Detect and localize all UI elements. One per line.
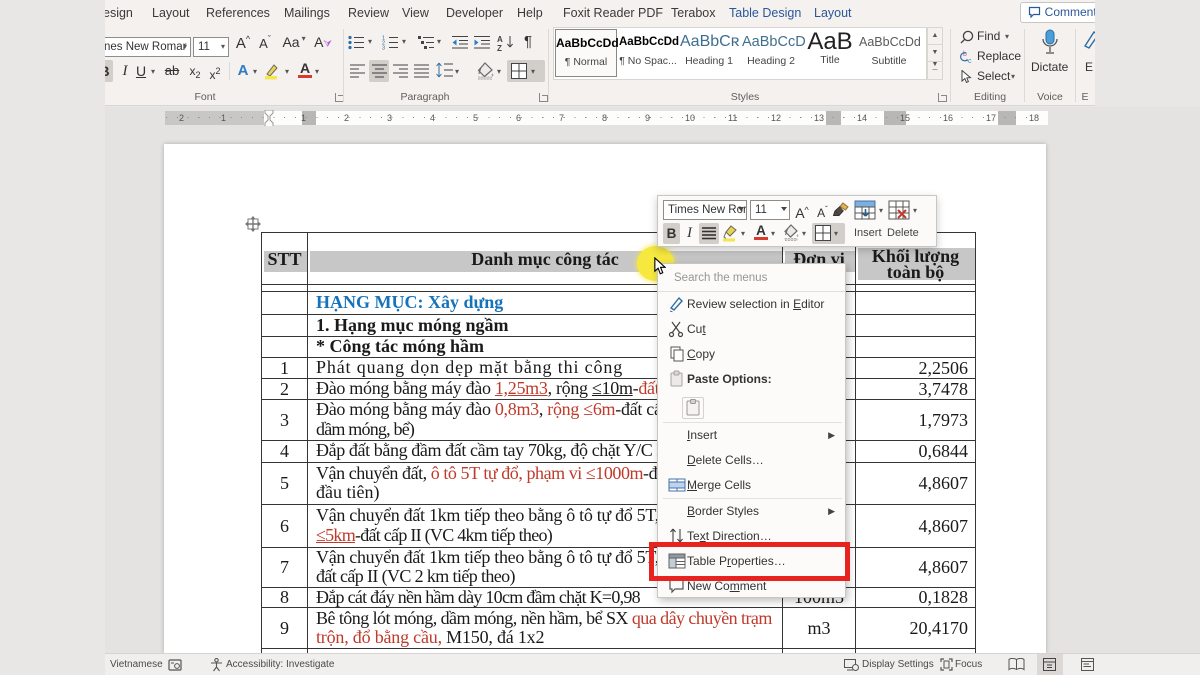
svg-text:Z: Z xyxy=(497,44,502,51)
svg-text:3: 3 xyxy=(382,46,385,51)
svg-text:b: b xyxy=(963,51,967,58)
svg-text:c: c xyxy=(968,58,972,64)
svg-text:A: A xyxy=(497,35,503,44)
